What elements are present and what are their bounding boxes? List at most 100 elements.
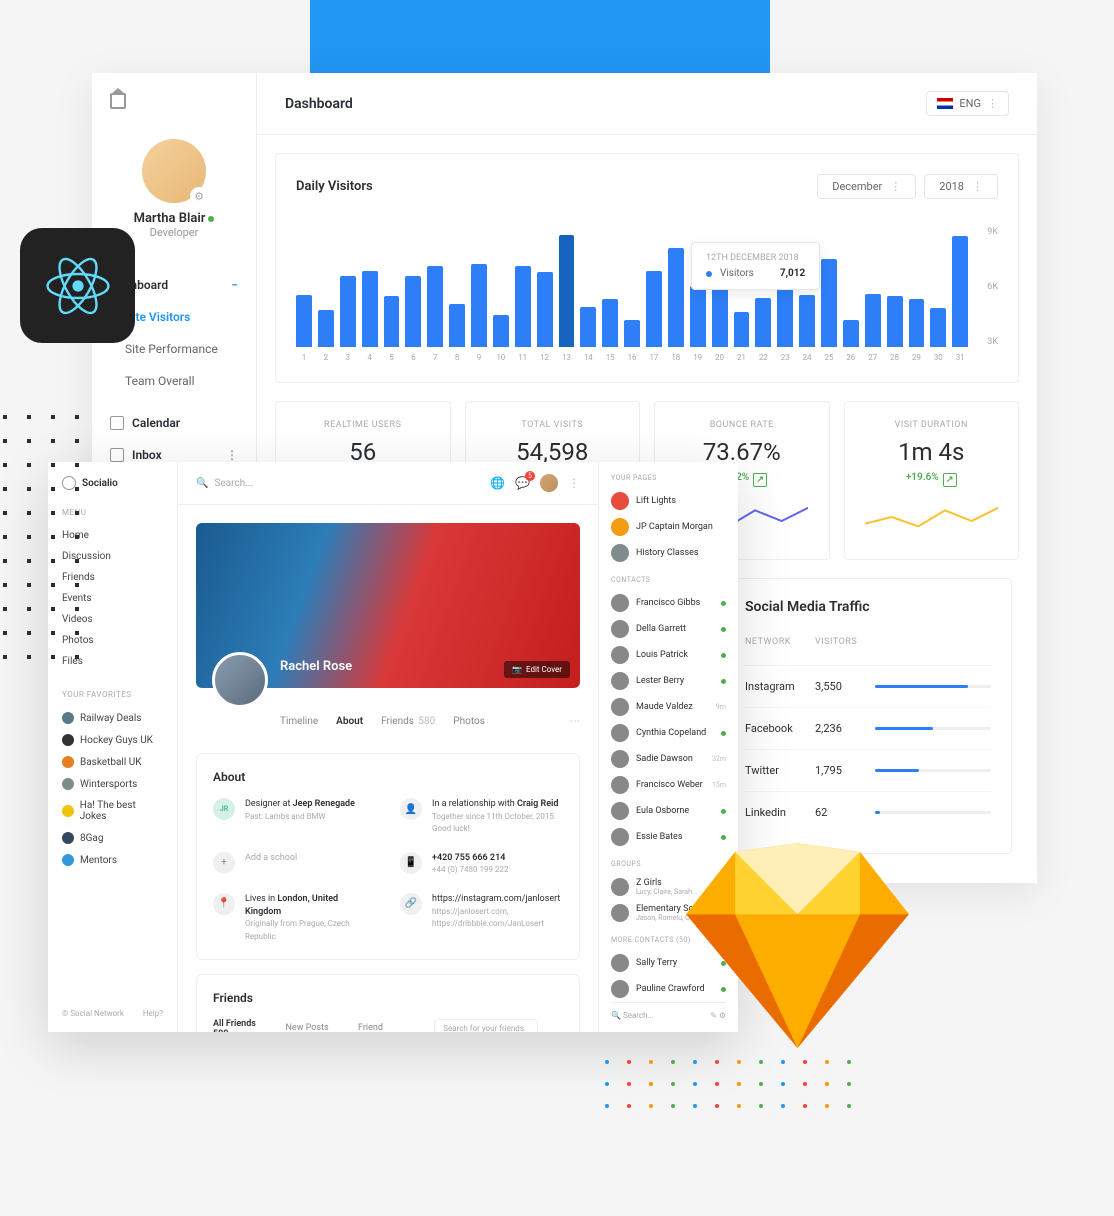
user-name: Martha Blair [110,211,238,226]
favorite-item[interactable]: Hockey Guys UK [62,729,163,751]
traffic-row: Instagram3,550 [745,665,991,707]
nav-calendar[interactable]: Calendar [110,407,238,439]
x-axis: 1234567891011121314151617181920212223242… [296,353,998,362]
bar-day-15[interactable] [602,299,618,347]
tab-timeline[interactable]: Timeline [280,716,318,727]
contact-item[interactable]: Eula Osborne [611,798,726,824]
bar-day-1[interactable] [296,295,312,347]
contact-item[interactable]: Lester Berry [611,668,726,694]
edit-cover-button[interactable]: 📷Edit Cover [504,661,570,678]
traffic-row: Twitter1,795 [745,749,991,791]
contact-item[interactable]: Sadie Dawson32m [611,746,726,772]
phone-icon: 📱 [400,852,422,874]
bar-day-11[interactable] [515,266,531,347]
y-axis: 9K6K3K [987,227,998,347]
favorite-item[interactable]: 8Gag [62,827,163,849]
contact-item[interactable]: Francisco Weber15m [611,772,726,798]
favorite-item[interactable]: Basketball UK [62,751,163,773]
bar-day-26[interactable] [843,320,859,347]
bar-day-29[interactable] [909,299,925,347]
bar-day-17[interactable] [646,271,662,347]
nav-team-overall[interactable]: Team Overall [110,365,238,397]
bar-day-14[interactable] [580,307,596,347]
decorative-dots [3,415,79,659]
year-selector[interactable]: 2018⋮ [924,174,998,199]
contact-item[interactable]: Cynthia Copeland [611,720,726,746]
friends-search[interactable]: Search for your friends 🔍 [434,1019,538,1032]
sketch-logo [685,843,910,1048]
bar-day-30[interactable] [930,308,946,347]
friends-card: Friends All Friends 580 New Posts 120 Fr… [196,974,580,1032]
home-icon[interactable] [110,93,126,109]
language-selector[interactable]: ENG⋮ [926,91,1009,116]
bar-day-8[interactable] [449,304,465,347]
tab-friends[interactable]: Friends 580 [381,716,435,727]
bar-day-4[interactable] [362,271,378,347]
more-icon[interactable]: ⋮ [568,476,580,490]
bar-day-5[interactable] [384,296,400,347]
bar-day-25[interactable] [821,259,837,347]
react-icon [38,246,118,326]
bar-day-10[interactable] [493,315,509,347]
social-topbar: 🔍Search... 🌐 💬 ⋮ [178,462,598,505]
favorite-item[interactable]: Mentors [62,849,163,871]
tab-photos[interactable]: Photos [453,716,485,727]
contact-item[interactable]: Della Garrett [611,616,726,642]
page-title: Dashboard [285,96,353,112]
nav-site-performance[interactable]: Site Performance [110,333,238,365]
favorite-item[interactable]: Railway Deals [62,707,163,729]
bar-day-22[interactable] [755,298,771,347]
bar-day-24[interactable] [799,295,815,347]
bar-day-6[interactable] [405,276,421,347]
bar-day-31[interactable] [952,236,968,347]
contact-item[interactable]: History Classes [611,540,726,566]
bar-chart: 9K6K3K 12TH DECEMBER 2018 Visitors7,012 [296,227,998,347]
topbar-avatar[interactable] [540,474,558,492]
user-avatar[interactable]: ⚙ [142,139,206,203]
daily-visitors-chart: Daily Visitors December⋮ 2018⋮ 9K6K3K 12… [275,153,1019,383]
bar-day-3[interactable] [340,276,356,347]
kpi-card: VISIT DURATION1m 4s+19.6%↗ [844,401,1020,560]
bar-day-19[interactable] [690,286,706,347]
bar-day-13[interactable] [559,235,575,347]
bar-day-16[interactable] [624,320,640,347]
bar-day-18[interactable] [668,248,684,347]
profile-name: Rachel Rose [280,659,352,674]
plus-icon[interactable]: + [213,852,235,874]
social-search[interactable]: 🔍Search... [196,478,480,489]
messages-icon[interactable]: 💬 [515,476,530,490]
chart-tooltip: 12TH DECEMBER 2018 Visitors7,012 [691,242,820,290]
globe-icon[interactable]: 🌐 [490,476,505,490]
bar-day-2[interactable] [318,310,334,347]
gear-icon[interactable]: ⚙ [190,187,208,205]
contact-item[interactable]: Lift Lights [611,488,726,514]
profile-cover: Rachel Rose 📷Edit Cover [196,523,580,688]
social-traffic-card: Social Media Traffic NETWORKVISITORS Ins… [724,578,1012,854]
contact-item[interactable]: Maude Valdez9m [611,694,726,720]
more-icon[interactable]: ⋯ [554,1028,563,1032]
bar-day-28[interactable] [887,296,903,347]
favorite-item[interactable]: Wintersports [62,773,163,795]
tab-friend-requests[interactable]: Friend Requests [358,1023,418,1032]
more-icon[interactable]: ⋯ [570,716,580,727]
traffic-row: Linkedin62 [745,791,991,833]
tab-all-friends[interactable]: All Friends 580 [213,1019,270,1032]
month-selector[interactable]: December⋮ [817,174,916,199]
tab-about[interactable]: About [336,716,363,727]
help-link[interactable]: Help? [143,1009,163,1018]
profile-avatar[interactable] [212,652,268,708]
bar-day-9[interactable] [471,264,487,347]
contact-item[interactable]: Louis Patrick [611,642,726,668]
company-icon: JR [213,798,235,820]
bar-day-27[interactable] [865,294,881,347]
bar-day-7[interactable] [427,266,443,347]
flag-icon [937,98,953,109]
decorative-dots [605,1060,851,1108]
tab-new-posts[interactable]: New Posts 120 [286,1023,343,1032]
contact-item[interactable]: Francisco Gibbs [611,590,726,616]
contact-item[interactable]: JP Captain Morgan [611,514,726,540]
bar-day-12[interactable] [537,272,553,347]
react-logo-badge [20,228,135,343]
bar-day-21[interactable] [734,312,750,347]
favorite-item[interactable]: Ha! The best Jokes [62,795,163,827]
